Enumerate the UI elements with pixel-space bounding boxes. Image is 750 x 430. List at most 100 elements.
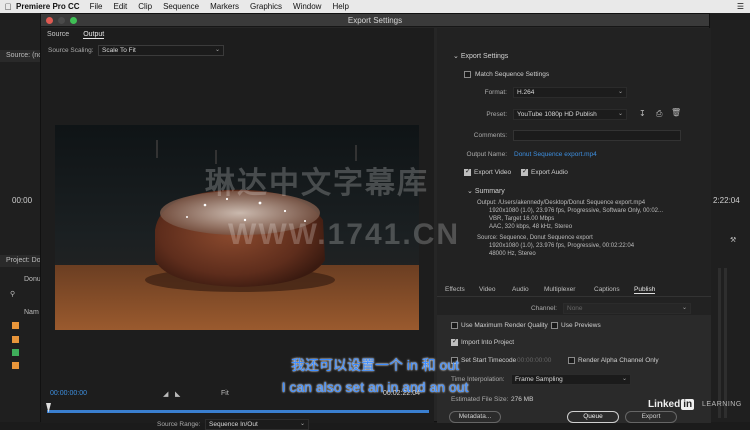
menu-help[interactable]: Help <box>332 2 348 11</box>
close-button[interactable] <box>46 17 53 24</box>
linkedin-logo: Linked in <box>648 399 695 410</box>
summary-section-title[interactable]: ⌄ Summary <box>467 187 505 195</box>
apple-icon[interactable]:  <box>0 2 16 12</box>
menu-list-icon[interactable]: ☰ <box>737 2 744 11</box>
tab-video[interactable]: Video <box>479 286 496 293</box>
delete-preset-icon[interactable]: 🗑 <box>671 108 681 117</box>
tab-source[interactable]: Source <box>47 31 69 39</box>
chevron-down-icon: ⌄ <box>453 53 459 60</box>
file-size-label: Estimated File Size: <box>451 396 509 403</box>
summary-line: AAC, 320 kbps, 48 kHz, Stereo <box>489 224 573 230</box>
preset-dropdown[interactable]: YouTube 1080p HD Publish ⌄ <box>513 109 627 120</box>
menu-markers[interactable]: Markers <box>210 2 239 11</box>
tab-captions[interactable]: Captions <box>594 286 620 293</box>
clip-icon[interactable] <box>12 336 19 343</box>
max-render-quality-label: Use Maximum Render Quality <box>461 322 548 329</box>
use-previews-checkbox[interactable] <box>551 322 558 329</box>
audio-meter <box>718 268 721 418</box>
tab-publish[interactable]: Publish <box>634 286 656 294</box>
source-scaling-value: Scale To Fit <box>102 47 136 54</box>
source-scaling-dropdown[interactable]: Scale To Fit ⌄ <box>98 45 224 56</box>
export-video-checkbox[interactable] <box>464 167 471 176</box>
tab-effects[interactable]: Effects <box>445 286 465 293</box>
menu-edit[interactable]: Edit <box>113 2 127 11</box>
background-source-label: Source: (no <box>6 52 43 59</box>
summary-line: Output: /Users/akennedy/Desktop/Donut Se… <box>477 200 646 206</box>
source-range-label: Source Range: <box>157 421 201 428</box>
export-audio-checkbox[interactable] <box>521 167 528 176</box>
chevron-down-icon: ⌄ <box>617 111 623 117</box>
queue-button[interactable]: Queue <box>567 411 619 423</box>
subtitle-english: I can also set an in and an out <box>281 379 469 395</box>
metadata-button[interactable]: Metadata... <box>449 411 501 423</box>
channel-value: None <box>567 305 583 312</box>
audio-meter <box>724 268 727 418</box>
summary-line: 48000 Hz, Stereo <box>489 251 536 257</box>
preset-value: YouTube 1080p HD Publish <box>517 111 597 118</box>
import-into-project-label: Import Into Project <box>461 339 515 346</box>
menu-bar:  Premiere Pro CC File Edit Clip Sequenc… <box>0 0 750 13</box>
background-name-header[interactable]: Nam <box>24 309 39 316</box>
use-previews-label: Use Previews <box>561 322 601 329</box>
menu-clip[interactable]: Clip <box>138 2 152 11</box>
tab-output[interactable]: Output <box>83 31 105 39</box>
summary-line: 1920x1080 (1.0), 23.976 fps, Progressive… <box>489 208 663 214</box>
file-size-value: 276 MB <box>511 396 534 403</box>
background-timecode-left: 00:00 <box>12 196 33 205</box>
bin-icon[interactable] <box>12 322 19 329</box>
section-title-text: Export Settings <box>460 53 509 60</box>
format-dropdown[interactable]: H.264 ⌄ <box>513 87 627 98</box>
save-preset-icon[interactable]: ↧ <box>639 109 646 118</box>
menu-file[interactable]: File <box>90 2 103 11</box>
export-audio-label: Export Audio <box>531 169 568 176</box>
channel-label: Channel: <box>530 305 557 312</box>
comments-input[interactable] <box>513 130 681 141</box>
output-name-label: Output Name: <box>466 151 507 158</box>
source-range-value: Sequence In/Out <box>209 421 258 428</box>
format-label: Format: <box>484 89 507 96</box>
menu-window[interactable]: Window <box>293 2 321 11</box>
tab-audio[interactable]: Audio <box>512 286 529 293</box>
chevron-down-icon: ⌄ <box>681 305 687 311</box>
zoom-button[interactable] <box>70 17 77 24</box>
background-project-item[interactable]: Donu <box>24 276 41 283</box>
wrench-icon[interactable]: ⚒ <box>730 236 736 244</box>
brand-in: in <box>681 399 695 410</box>
chevron-down-icon: ⌄ <box>467 188 473 195</box>
menu-sequence[interactable]: Sequence <box>163 2 199 11</box>
source-range-dropdown[interactable]: Sequence In/Out ⌄ <box>205 419 309 430</box>
background-timecode-right: 2:22:04 <box>713 196 740 205</box>
brand-text: Linked <box>648 399 681 410</box>
menu-graphics[interactable]: Graphics <box>250 2 282 11</box>
export-settings-section-title[interactable]: ⌄ Export Settings <box>453 52 508 60</box>
import-into-project-checkbox[interactable] <box>451 337 458 346</box>
summary-output: Output: /Users/akennedy/Desktop/Donut Se… <box>477 199 663 231</box>
output-name-link[interactable]: Donut Sequence export.mp4 <box>514 151 597 158</box>
app-name-menu[interactable]: Premiere Pro CC <box>16 2 80 11</box>
work-area-bar[interactable] <box>47 410 429 413</box>
export-video-label: Export Video <box>474 169 512 176</box>
export-button[interactable]: Export <box>625 411 677 423</box>
summary-line: Source: Sequence, Donut Sequence export <box>477 235 593 241</box>
summary-title-text: Summary <box>474 188 505 195</box>
chevron-down-icon: ⌄ <box>617 89 623 95</box>
match-sequence-checkbox[interactable] <box>464 71 471 78</box>
summary-line: VBR, Target 16.00 Mbps <box>489 216 555 222</box>
learning-label: LEARNING <box>702 401 742 408</box>
chevron-down-icon: ⌄ <box>214 47 220 53</box>
summary-source: Source: Sequence, Donut Sequence export … <box>477 234 634 258</box>
minimize-button[interactable] <box>58 17 65 24</box>
match-sequence-label: Match Sequence Settings <box>475 71 550 78</box>
settings-tabs: Effects Video Audio Multiplexer Captions… <box>437 283 711 297</box>
background-project-label: Project: Do <box>6 257 41 264</box>
search-icon[interactable]: ⚲ <box>10 290 15 298</box>
format-value: H.264 <box>517 89 535 96</box>
source-range-timeline: 00:00:00:00 ◢ ◣ Fit 00:02:22:04 Source R… <box>41 370 434 428</box>
tab-multiplexer[interactable]: Multiplexer <box>544 286 575 293</box>
channel-dropdown[interactable]: None ⌄ <box>563 303 691 314</box>
max-render-quality-checkbox[interactable] <box>451 322 458 329</box>
source-scaling-label: Source Scaling: <box>48 47 94 54</box>
watermark-url: WWW.1741.CN <box>228 218 461 251</box>
import-preset-icon[interactable]: ⎙ <box>656 109 662 119</box>
subtitle-chinese: 我还可以设置一个 in 和 out <box>290 357 460 373</box>
